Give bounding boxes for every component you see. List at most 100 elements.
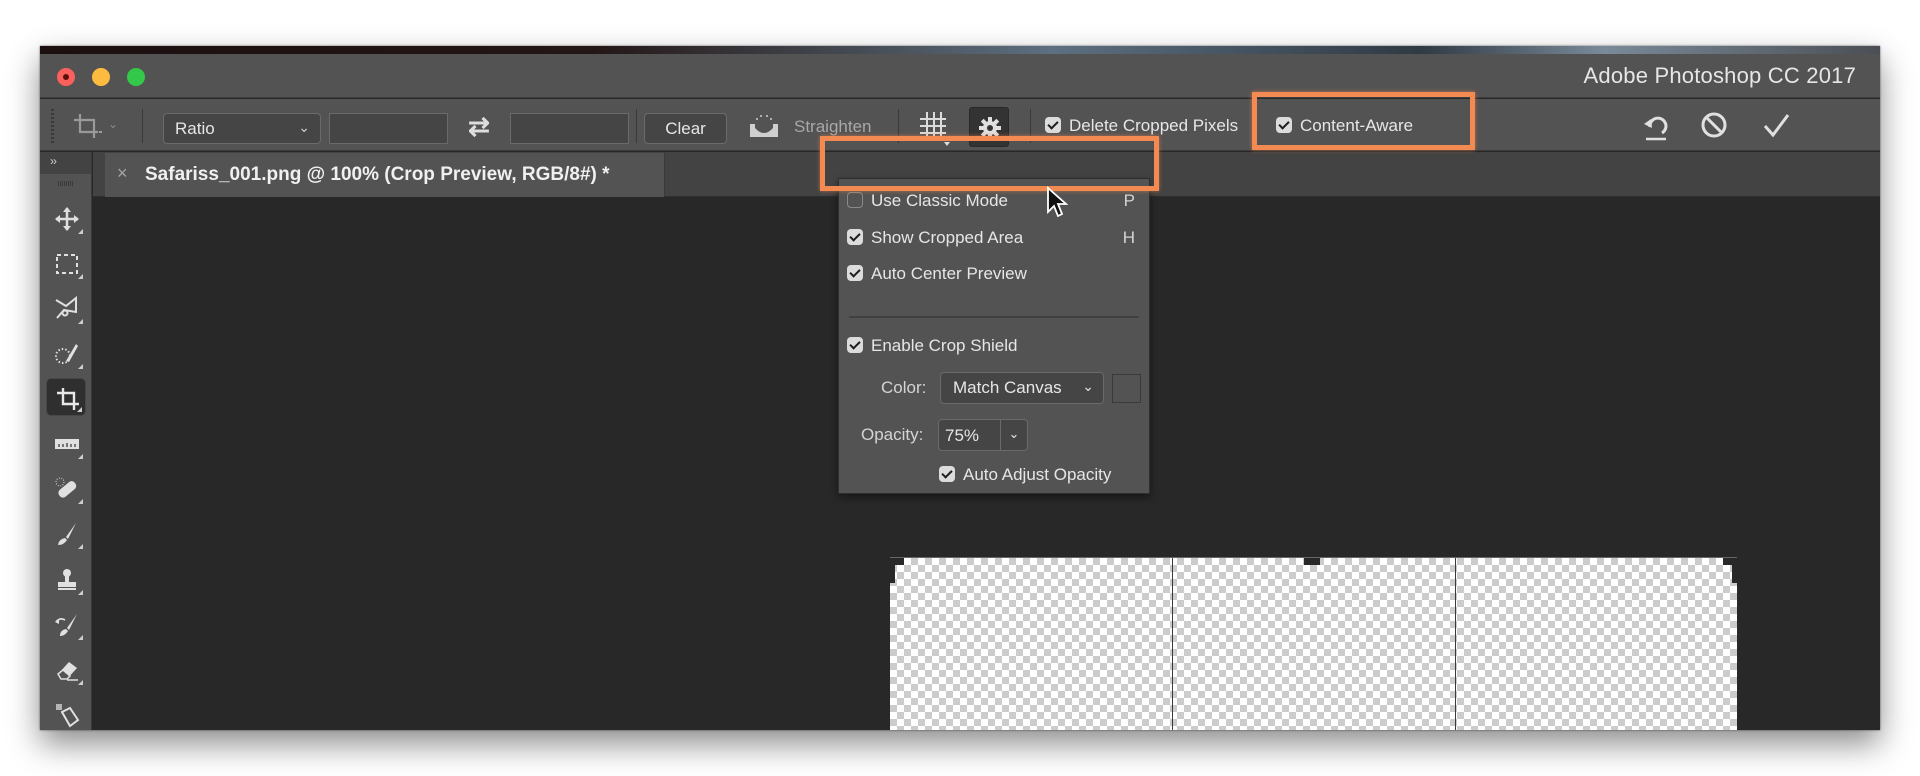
chevron-down-icon: ⌄ (298, 119, 310, 135)
auto-center-preview-checkbox[interactable]: Auto Center Preview (847, 264, 1027, 284)
enable-crop-shield-checkbox[interactable]: Enable Crop Shield (847, 336, 1017, 356)
ratio-select-value: Ratio (175, 119, 215, 138)
corner-triangle-icon (78, 319, 83, 324)
delete-cropped-pixels-label: Delete Cropped Pixels (1069, 116, 1239, 135)
separator (636, 109, 637, 143)
chevron-down-icon[interactable]: ⌄ (1000, 420, 1027, 450)
gradient-tool[interactable] (46, 695, 86, 730)
enable-crop-shield-label: Enable Crop Shield (871, 336, 1018, 355)
zoom-window-button[interactable] (127, 68, 145, 86)
move-tool[interactable] (46, 199, 86, 237)
lasso-tool[interactable] (46, 289, 86, 327)
toolbox-grip[interactable] (58, 181, 74, 186)
corner-triangle-icon (78, 544, 83, 549)
shortcut-key: P (1123, 191, 1135, 210)
shield-color-select[interactable]: Match Canvas ⌄ (940, 372, 1104, 404)
cancel-crop-button[interactable] (1698, 109, 1732, 143)
shield-color-label: Color: (881, 378, 927, 397)
corner-triangle-icon (77, 407, 82, 412)
menu-divider (849, 316, 1139, 318)
minimize-window-button[interactable] (92, 68, 110, 86)
straighten-icon (750, 115, 778, 137)
commit-crop-button[interactable] (1760, 109, 1794, 143)
desktop-background-strip (40, 46, 1880, 54)
eraser-icon (57, 662, 78, 681)
history-brush-tool[interactable] (46, 605, 86, 643)
ratio-height-input[interactable] (510, 113, 629, 144)
brush-icon (58, 523, 76, 545)
checkbox-unchecked-icon (847, 192, 863, 209)
document-canvas[interactable] (890, 557, 1737, 730)
auto-adjust-opacity-label: Auto Adjust Opacity (963, 465, 1112, 484)
close-window-button[interactable] (57, 68, 75, 86)
title-bar: Adobe Photoshop CC 2017 (40, 54, 1880, 98)
crop-handle-top-right-vertical[interactable] (1732, 558, 1737, 583)
clear-button[interactable]: Clear (644, 113, 727, 144)
document-tab-title: Safariss_001.png @ 100% (Crop Preview, R… (145, 164, 610, 185)
corner-triangle-icon (78, 364, 83, 369)
checkbox-checked-icon (939, 466, 955, 483)
toolbox-collapse-button[interactable]: ›› (40, 152, 91, 174)
opacity-value[interactable]: 75% (945, 426, 979, 446)
commit-checkmark-icon (1763, 114, 1790, 138)
auto-adjust-opacity-checkbox[interactable]: Auto Adjust Opacity (939, 465, 1111, 485)
mouse-pointer-icon (1046, 185, 1070, 220)
rect-marquee-icon (56, 254, 78, 274)
quick-selection-icon (55, 344, 78, 364)
corner-triangle-icon (78, 454, 83, 459)
checkbox-checked-icon (847, 265, 863, 282)
show-cropped-area-checkbox[interactable]: Show Cropped Area (847, 228, 1023, 248)
close-tab-icon[interactable]: × (117, 163, 128, 184)
bandage-icon (55, 477, 77, 498)
brush-tool[interactable] (46, 514, 86, 552)
reset-icon (1644, 116, 1668, 141)
opacity-combobox[interactable]: 75% ⌄ (938, 419, 1028, 451)
document-tab[interactable]: × Safariss_001.png @ 100% (Crop Preview,… (105, 153, 665, 197)
stamp-icon (58, 569, 76, 590)
crop-handle-top-left-vertical[interactable] (890, 558, 895, 583)
chevron-down-icon: ⌄ (108, 117, 119, 131)
shortcut-key: H (1122, 228, 1135, 247)
ruler-tool[interactable] (46, 424, 86, 462)
annotation-highlight-classic-mode (820, 136, 1159, 191)
chevron-down-icon: ⌄ (1082, 378, 1094, 394)
corner-triangle-icon (78, 590, 83, 595)
cancel-icon (1701, 112, 1727, 138)
corner-triangle-icon (78, 635, 83, 640)
checkbox-checked-icon (847, 229, 863, 246)
app-title: Adobe Photoshop CC 2017 (1583, 63, 1856, 88)
straighten-label: Straighten (794, 117, 872, 136)
crop-icon (74, 114, 102, 138)
reset-button[interactable] (1640, 109, 1674, 143)
delete-cropped-pixels-checkbox[interactable]: Delete Cropped Pixels (1045, 116, 1238, 136)
shield-color-swatch[interactable] (1112, 374, 1141, 403)
options-bar-grip[interactable] (51, 109, 54, 143)
crop-tool[interactable] (46, 378, 86, 416)
shield-color-value: Match Canvas (953, 378, 1062, 397)
annotation-highlight-content-aware (1252, 92, 1475, 150)
ratio-width-input[interactable] (329, 113, 448, 144)
crop-handle-top-center[interactable] (1304, 558, 1320, 565)
polygonal-lasso-icon (55, 296, 77, 319)
clone-stamp-tool[interactable] (46, 560, 86, 598)
quick-selection-tool[interactable] (46, 334, 86, 372)
spot-healing-tool[interactable] (46, 469, 86, 507)
move-icon (55, 207, 79, 231)
corner-triangle-icon (78, 229, 83, 234)
corner-triangle-icon (78, 680, 83, 685)
corner-triangle-icon (78, 274, 83, 279)
opacity-label: Opacity: (861, 425, 924, 444)
marquee-tool[interactable] (46, 244, 86, 282)
separator (142, 109, 143, 143)
use-classic-mode-checkbox[interactable]: Use Classic Mode (847, 191, 1008, 211)
ratio-select[interactable]: Ratio ⌄ (163, 113, 321, 144)
checkbox-checked-icon (847, 337, 863, 354)
use-classic-mode-label: Use Classic Mode (871, 191, 1008, 210)
auto-center-preview-label: Auto Center Preview (871, 264, 1027, 283)
eraser-tool[interactable] (46, 650, 86, 688)
checkbox-checked-icon (1045, 117, 1061, 134)
show-cropped-area-label: Show Cropped Area (871, 228, 1024, 247)
rule-of-thirds-line (1172, 558, 1173, 730)
swap-arrows-icon[interactable]: ⇄ (464, 111, 494, 141)
tool-preset-picker[interactable]: ⌄ (70, 111, 130, 139)
